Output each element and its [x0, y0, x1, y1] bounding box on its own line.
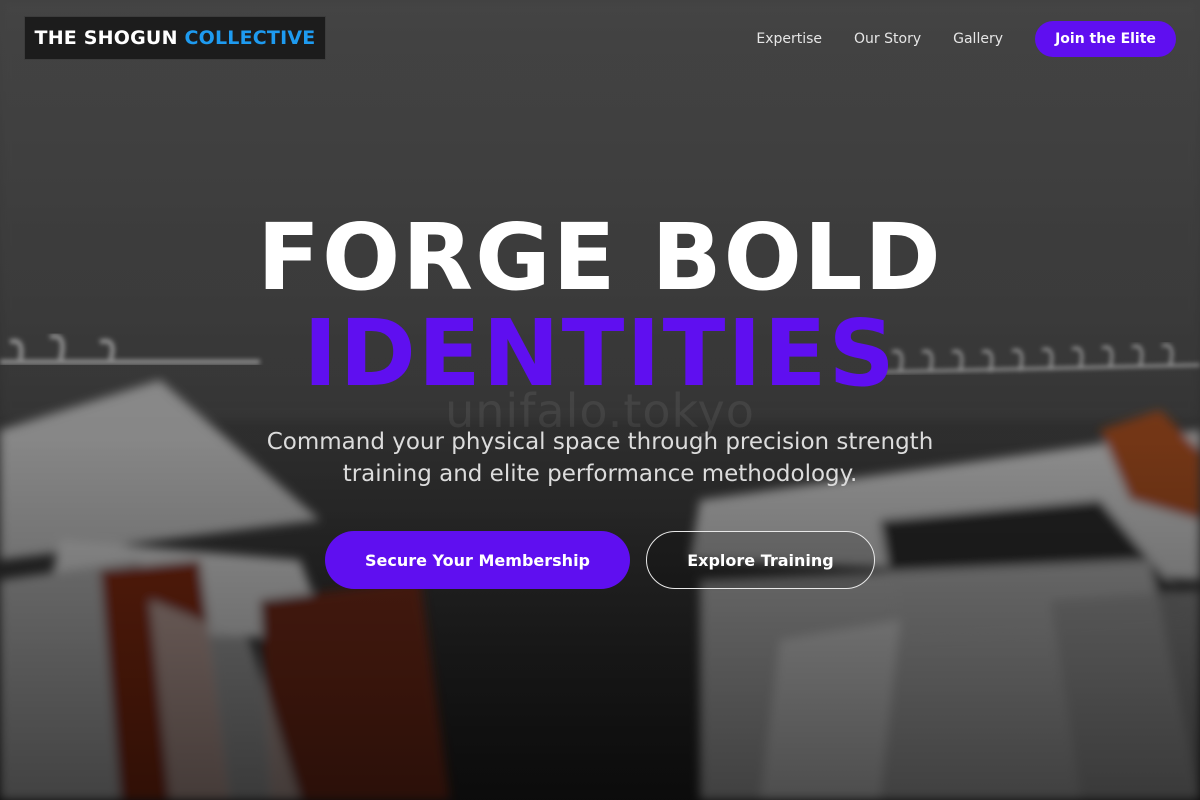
main-nav: Expertise Our Story Gallery Join the Eli…: [756, 21, 1176, 57]
headline-line-1: FORGE BOLD: [257, 204, 943, 311]
logo-text-highlight: COLLECTIVE: [184, 27, 316, 49]
hero-section: THE SHOGUN COLLECTIVE Expertise Our Stor…: [0, 0, 1200, 800]
nav-link-expertise[interactable]: Expertise: [756, 31, 822, 47]
secure-membership-button[interactable]: Secure Your Membership: [325, 531, 630, 589]
hero-subtitle: Command your physical space through prec…: [266, 429, 934, 487]
nav-link-our-story[interactable]: Our Story: [854, 31, 921, 47]
logo-text-primary: THE SHOGUN: [34, 27, 178, 49]
join-the-elite-button[interactable]: Join the Elite: [1035, 21, 1176, 57]
nav-link-gallery[interactable]: Gallery: [953, 31, 1003, 47]
headline-line-2: IDENTITIES: [303, 300, 897, 407]
brand-logo[interactable]: THE SHOGUN COLLECTIVE: [24, 16, 326, 60]
explore-training-button[interactable]: Explore Training: [646, 531, 875, 589]
